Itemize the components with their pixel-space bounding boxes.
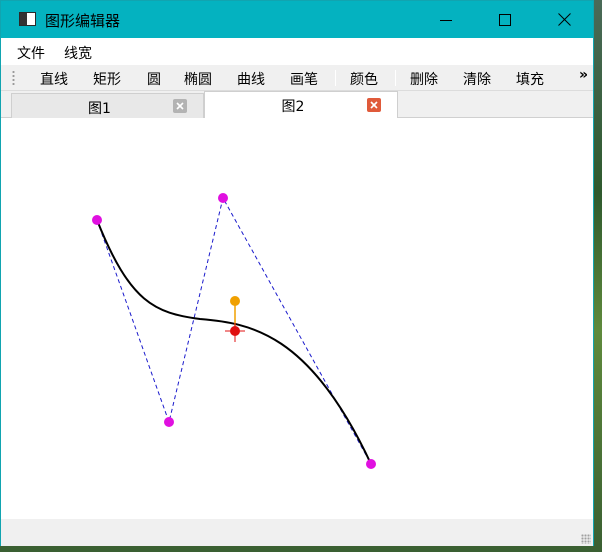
menu-bar: 文件 线宽: [1, 38, 593, 65]
tool-brush[interactable]: 画笔: [290, 69, 318, 89]
window-title: 图形编辑器: [45, 12, 121, 30]
close-icon: [370, 97, 378, 113]
close-button[interactable]: [535, 1, 593, 38]
tab-label: 图2: [281, 99, 305, 115]
toolbar-overflow-button[interactable]: »: [579, 67, 588, 83]
tab-figure-1[interactable]: 图1: [11, 93, 204, 118]
tool-color[interactable]: 颜色: [350, 69, 378, 89]
tool-ellipse[interactable]: 椭圆: [184, 69, 212, 89]
maximize-icon: [499, 13, 511, 26]
tab-bar: 图1 图2: [1, 91, 593, 119]
tab-close-button[interactable]: [173, 99, 187, 113]
status-bar: [1, 519, 593, 546]
tool-delete[interactable]: 删除: [410, 69, 438, 89]
control-point[interactable]: [366, 459, 376, 469]
tool-clear[interactable]: 清除: [463, 69, 491, 89]
tool-curve[interactable]: 曲线: [237, 69, 265, 89]
app-icon: [19, 12, 36, 26]
app-window: 图形编辑器 文件 线宽 直线 矩形 圆 椭圆 曲线 画笔 颜色 删除 清除 填充…: [0, 0, 594, 546]
control-point[interactable]: [218, 193, 228, 203]
title-bar[interactable]: 图形编辑器: [1, 1, 593, 38]
maximize-button[interactable]: [476, 1, 534, 38]
tab-label: 图1: [88, 101, 111, 117]
drawing-canvas[interactable]: [10, 118, 593, 519]
resize-grip[interactable]: [581, 534, 591, 544]
tab-figure-2[interactable]: 图2: [204, 91, 398, 119]
control-point[interactable]: [92, 215, 102, 225]
tab-close-button[interactable]: [367, 98, 381, 112]
toolbar-separator: [335, 70, 336, 86]
bezier-curve[interactable]: [96, 219, 372, 465]
minimize-button[interactable]: [417, 1, 475, 38]
tangent-handle-point[interactable]: [230, 296, 240, 306]
toolbar-grip[interactable]: [12, 70, 15, 86]
minimize-icon: [440, 14, 452, 26]
tool-rectangle[interactable]: 矩形: [93, 69, 121, 89]
tool-line[interactable]: 直线: [40, 69, 68, 89]
close-icon: [176, 98, 184, 114]
menu-file[interactable]: 文件: [17, 43, 45, 63]
menu-line-width[interactable]: 线宽: [64, 43, 92, 63]
toolbar: 直线 矩形 圆 椭圆 曲线 画笔 颜色 删除 清除 填充 »: [1, 65, 593, 91]
toolbar-separator: [395, 70, 396, 86]
selected-curve-point[interactable]: [230, 326, 240, 336]
tool-fill[interactable]: 填充: [516, 69, 544, 89]
close-icon: [557, 13, 571, 26]
control-point[interactable]: [164, 417, 174, 427]
tool-circle[interactable]: 圆: [147, 69, 161, 89]
